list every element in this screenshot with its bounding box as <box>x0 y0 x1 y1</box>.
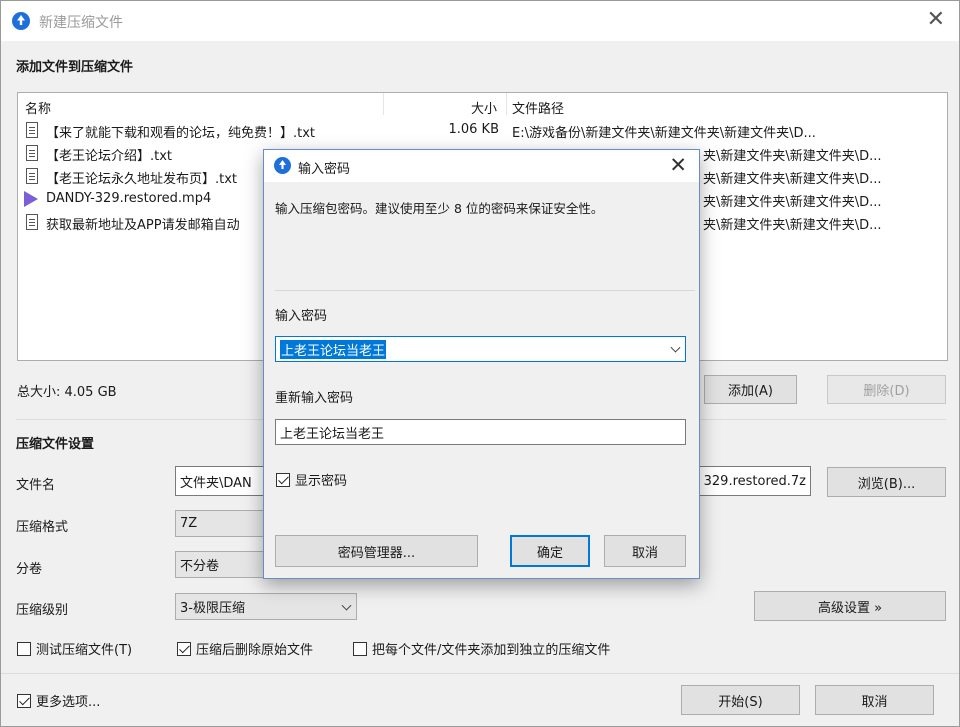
file-path: 夹\新建文件夹\新建文件夹\D... <box>703 172 882 187</box>
each-separately-checkbox[interactable]: 把每个文件/文件夹添加到独立的压缩文件 <box>353 639 610 658</box>
close-icon[interactable]: ✕ <box>927 8 945 32</box>
file-size: 1.06 KB <box>448 122 499 137</box>
file-name: 【老王论坛永久地址发布页】.txt <box>46 172 238 187</box>
password-manager-button[interactable]: 密码管理器... <box>275 535 478 567</box>
column-header-name[interactable]: 名称 <box>25 98 51 117</box>
file-path: 夹\新建文件夹\新建文件夹\D... <box>703 218 882 233</box>
text-file-icon <box>26 145 38 161</box>
filename-label: 文件名 <box>16 478 56 493</box>
password-label: 输入密码 <box>275 309 328 324</box>
delete-button[interactable]: 删除(D) <box>827 375 946 404</box>
level-select[interactable]: 3-极限压缩 <box>175 593 357 620</box>
level-label: 压缩级别 <box>16 603 69 618</box>
test-archive-checkbox[interactable]: 测试压缩文件(T) <box>17 639 132 658</box>
password-input[interactable]: 上老王论坛当老王 <box>275 336 686 362</box>
checkbox-checked-icon <box>17 693 31 708</box>
chevron-down-icon <box>341 600 352 611</box>
ok-button[interactable]: 确定 <box>510 535 590 567</box>
test-archive-label: 测试压缩文件(T) <box>36 643 133 658</box>
cancel-button[interactable]: 取消 <box>815 685 934 715</box>
file-name: DANDY-329.restored.mp4 <box>46 191 212 206</box>
add-button[interactable]: 添加(A) <box>704 375 797 404</box>
app-logo-icon <box>274 157 291 174</box>
close-icon[interactable]: ✕ <box>669 153 687 177</box>
column-header-path[interactable]: 文件路径 <box>512 98 564 117</box>
more-options-checkbox[interactable]: 更多选项... <box>17 691 100 710</box>
start-button[interactable]: 开始(S) <box>681 685 800 715</box>
file-path: 夹\新建文件夹\新建文件夹\D... <box>703 149 882 164</box>
confirm-password-label: 重新输入密码 <box>275 391 354 406</box>
confirm-password-value: 上老王论坛当老王 <box>280 426 385 442</box>
column-header-size[interactable]: 大小 <box>471 98 497 117</box>
password-value: 上老王论坛当老王 <box>280 339 387 359</box>
confirm-password-input[interactable]: 上老王论坛当老王 <box>275 419 686 445</box>
level-value: 3-极限压缩 <box>180 601 245 616</box>
file-path: E:\游戏备份\新建文件夹\新建文件夹\新建文件夹\D... <box>512 126 816 141</box>
chevron-down-icon[interactable] <box>670 342 681 353</box>
title-bar: 新建压缩文件 ✕ <box>1 1 959 41</box>
checkbox-checked-icon <box>177 641 191 656</box>
window-title: 新建压缩文件 <box>39 15 123 31</box>
app-logo-icon <box>12 12 30 30</box>
show-password-checkbox[interactable]: 显示密码 <box>276 470 347 489</box>
text-file-icon <box>26 214 38 230</box>
divider <box>1 673 959 674</box>
delete-after-checkbox[interactable]: 压缩后删除原始文件 <box>177 639 313 658</box>
each-separately-label: 把每个文件/文件夹添加到独立的压缩文件 <box>372 643 611 658</box>
split-label: 分卷 <box>16 562 43 577</box>
dialog-title-bar: 输入密码 ✕ <box>264 150 699 182</box>
file-row[interactable]: 【来了就能下载和观看的论坛，纯免费！】.txt 1.06 KB E:\游戏备份\… <box>18 119 947 142</box>
column-divider <box>383 93 384 115</box>
dialog-title: 输入密码 <box>298 162 351 177</box>
total-size: 总大小: 4.05 GB <box>17 385 117 400</box>
browse-button[interactable]: 浏览(B)... <box>827 467 946 497</box>
files-section-title: 添加文件到压缩文件 <box>16 60 134 75</box>
divider <box>275 290 695 291</box>
video-file-icon <box>24 191 38 207</box>
checkbox-icon <box>17 641 31 656</box>
filename-value-left: 文件夹\DAN <box>180 475 252 491</box>
file-name: 获取最新地址及APP请发邮箱自动 <box>46 218 240 233</box>
split-value: 不分卷 <box>180 559 220 574</box>
more-options-label: 更多选项... <box>36 695 101 710</box>
checkbox-icon <box>353 641 367 656</box>
file-name: 【来了就能下载和观看的论坛，纯免费！】.txt <box>46 126 316 141</box>
password-dialog: 输入密码 ✕ 输入压缩包密码。建议使用至少 8 位的密码来保证安全性。 输入密码… <box>263 149 700 579</box>
file-name: 【老王论坛介绍】.txt <box>46 149 173 164</box>
format-label: 压缩格式 <box>16 520 69 535</box>
delete-after-label: 压缩后删除原始文件 <box>196 643 314 658</box>
dialog-cancel-button[interactable]: 取消 <box>604 535 686 567</box>
show-password-label: 显示密码 <box>295 474 348 489</box>
dialog-description: 输入压缩包密码。建议使用至少 8 位的密码来保证安全性。 <box>275 201 604 216</box>
format-value: 7Z <box>180 516 198 531</box>
settings-section-title: 压缩文件设置 <box>16 437 95 452</box>
column-divider <box>506 93 507 115</box>
file-path: 夹\新建文件夹\新建文件夹\D... <box>703 195 882 210</box>
text-file-icon <box>26 168 38 184</box>
advanced-settings-button[interactable]: 高级设置 » <box>754 591 946 621</box>
checkbox-checked-icon <box>276 472 290 487</box>
text-file-icon <box>26 122 38 138</box>
filename-value-right: 329.restored.7z <box>703 473 806 489</box>
